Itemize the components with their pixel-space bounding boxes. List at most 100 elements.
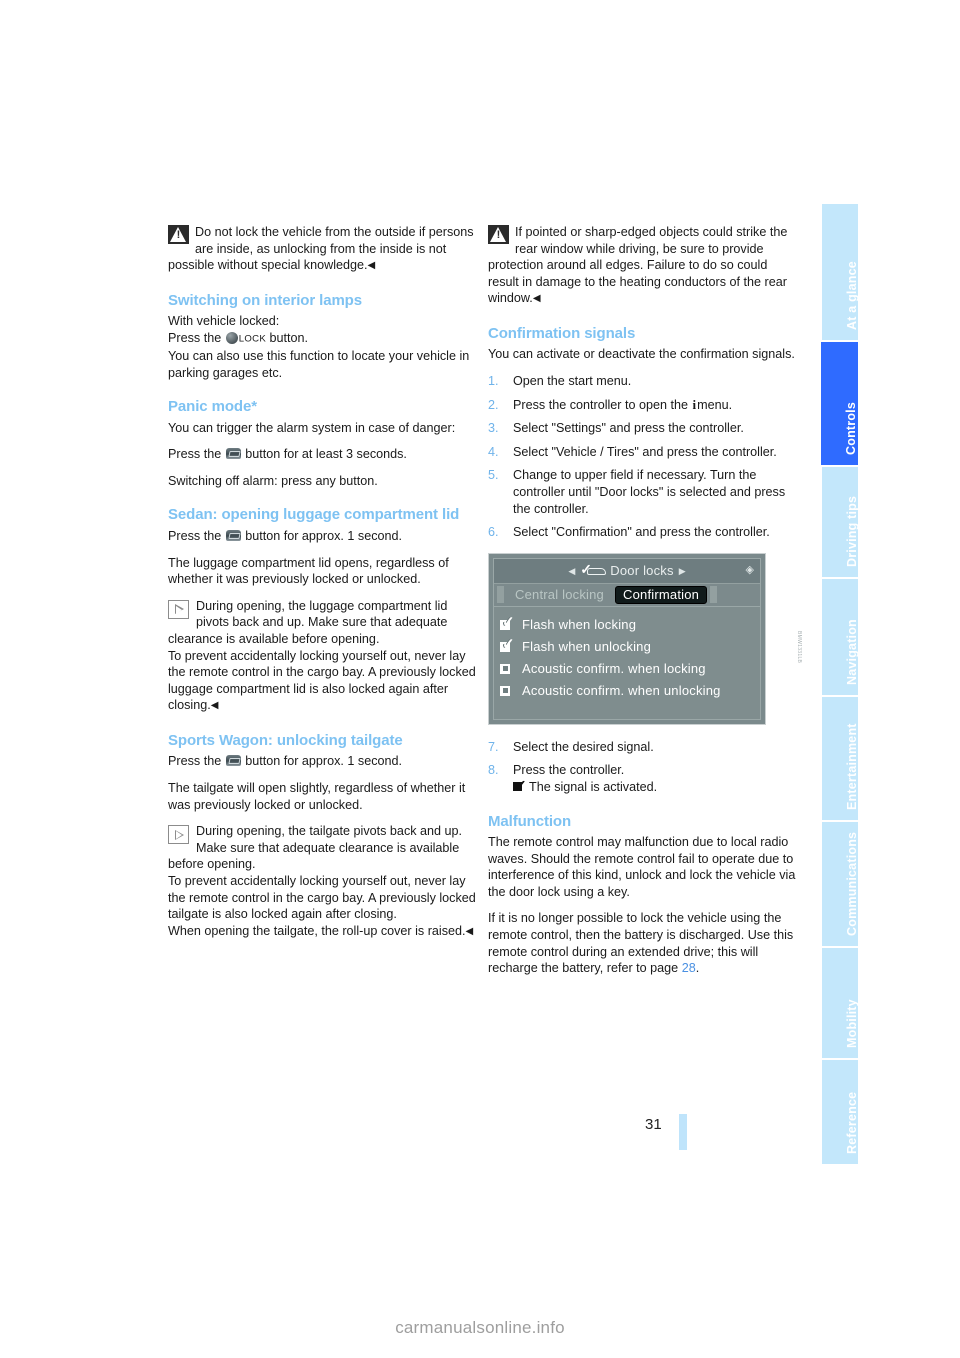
interior-lamps-p2: Press the LOCK button. (168, 330, 309, 345)
section-tab-rail: At a glance Controls Driving tips Naviga… (821, 204, 859, 1164)
warning-note-rear-window: ! If pointed or sharp-edged objects coul… (488, 224, 800, 308)
interior-lamps-p1: With vehicle locked: (168, 314, 280, 329)
tip-text: During opening, the luggage compartment … (168, 598, 448, 646)
remote-trunk-button-icon (225, 755, 241, 767)
vehicle-check-icon: ✓ (580, 562, 607, 577)
panic-p1: You can trigger the alarm system in case… (168, 420, 456, 435)
checkbox-checked-icon[interactable]: ✓ (499, 615, 517, 632)
warning-text: If pointed or sharp-edged objects could … (488, 225, 788, 306)
lock-button-icon (225, 331, 238, 344)
step-number: 8. (488, 763, 499, 778)
chevron-right-icon[interactable]: ▶ (679, 563, 686, 580)
remote-trunk-button-icon (225, 529, 241, 541)
idrive-option-row[interactable]: ✓ Flash when unlocking (499, 636, 760, 658)
sedan-p2: The luggage compartment lid opens, regar… (168, 555, 449, 587)
end-of-note-marker: ◀ (465, 925, 474, 937)
heading-sports-wagon-unlocking-tailgate: Sports Wagon: unlocking tailgate (168, 731, 403, 749)
sidebar-tab-navigation[interactable]: Navigation (822, 579, 859, 695)
idrive-option-label: Acoustic confirm. when unlocking (522, 682, 721, 698)
sidebar-tab-label: Navigation (845, 618, 859, 685)
remote-trunk-button-icon (225, 448, 241, 460)
step-text: Select "Confirmation" and press the cont… (513, 525, 770, 540)
warning-triangle-icon: ! (168, 225, 189, 244)
sidebar-tab-controls[interactable]: Controls (821, 342, 858, 465)
malfunction-p1: The remote control may malfunction due t… (488, 835, 796, 899)
idrive-tab-central-locking[interactable]: Central locking (507, 586, 612, 605)
page-marker-bar (679, 1114, 687, 1150)
step-text: Select "Vehicle / Tires" and press the c… (513, 444, 777, 459)
step-text: Open the start menu. (513, 374, 632, 389)
tip-note-sedan: During opening, the luggage compartment … (168, 598, 480, 648)
idrive-titlebar: ◀ ✓ Door locks ▶ ◈ (494, 558, 760, 584)
warning-triangle-icon: ! (488, 225, 509, 244)
step-text: Select the desired signal. (513, 739, 654, 754)
sidebar-tab-label: Reference (845, 1091, 859, 1154)
note-triangle-icon (168, 825, 189, 845)
checkbox-unchecked-icon[interactable] (499, 684, 517, 698)
interior-lamps-p3: You can also use this function to locate… (168, 348, 470, 380)
list-item: 4. Select "Vehicle / Tires" and press th… (488, 444, 800, 461)
heading-confirmation-signals: Confirmation signals (488, 324, 636, 342)
sidebar-tab-entertainment[interactable]: Entertainment (822, 697, 859, 820)
sidebar-tab-label: Communications (845, 831, 859, 936)
idrive-screenshot-figure: ◀ ✓ Door locks ▶ ◈ Central locking Confi… (488, 552, 802, 725)
idrive-display: ◀ ✓ Door locks ▶ ◈ Central locking Confi… (488, 552, 766, 725)
checkbox-unchecked-icon[interactable] (499, 662, 517, 676)
idrive-option-label: Flash when locking (522, 616, 637, 632)
step-number: 5. (488, 468, 499, 483)
checkbox-checked-icon[interactable]: ✓ (499, 637, 517, 654)
list-item: 7. Select the desired signal. (488, 739, 800, 756)
wagon-p2: The tailgate will open slightly, regardl… (168, 780, 466, 812)
panic-p3: Switching off alarm: press any button. (168, 473, 378, 488)
sidebar-tab-label: Mobility (845, 998, 859, 1048)
warning-note-lock-vehicle: ! Do not lock the vehicle from the outsi… (168, 224, 480, 275)
note-triangle-icon (168, 599, 189, 619)
step-number: 7. (488, 739, 499, 754)
manual-page: At a glance Controls Driving tips Naviga… (0, 0, 960, 1358)
list-item: 1. Open the start menu. (488, 373, 800, 390)
end-of-note-marker: ◀ (367, 260, 376, 272)
figure-code: BMW1331LB (796, 630, 802, 663)
idrive-option-row[interactable]: ✓ Flash when locking (499, 614, 760, 636)
step-number: 3. (488, 421, 499, 436)
step-number: 4. (488, 444, 499, 459)
sidebar-tab-communications[interactable]: Communications (822, 822, 859, 946)
sidebar-tab-label: Controls (844, 401, 858, 455)
lock-button-label: LOCK (238, 333, 267, 345)
end-of-note-marker: ◀ (210, 700, 219, 712)
sedan-p1: Press the button for approx. 1 second. (168, 528, 403, 543)
heading-malfunction: Malfunction (488, 812, 572, 830)
list-item: 6. Select "Confirmation" and press the c… (488, 524, 800, 541)
sidebar-tab-at-a-glance[interactable]: At a glance (822, 204, 859, 340)
tip-note-wagon: During opening, the tailgate pivots back… (168, 823, 480, 873)
page-number: 31 (645, 1116, 662, 1133)
sidebar-tab-mobility[interactable]: Mobility (822, 948, 859, 1058)
panic-p2: Press the button for at least 3 seconds. (168, 447, 407, 462)
idrive-status-icon: ◈ (745, 563, 754, 576)
step-text: Change to upper field if necessary. Turn… (513, 468, 786, 516)
left-text-column: ! Do not lock the vehicle from the outsi… (168, 224, 480, 940)
sidebar-tab-reference[interactable]: Reference (822, 1060, 859, 1164)
confirmation-steps-list: 1. Open the start menu. 2. Press the con… (488, 373, 800, 541)
sidebar-tab-label: Entertainment (845, 722, 859, 810)
tab-edge-right (710, 586, 718, 604)
heading-panic-mode: Panic mode* (168, 398, 257, 416)
malfunction-p2: If it is no longer possible to lock the … (488, 911, 794, 976)
idrive-title: Door locks (610, 562, 674, 578)
warning-text: Do not lock the vehicle from the outside… (168, 225, 474, 273)
heading-sedan-opening-luggage-compartment-lid: Sedan: opening luggage compartment lid (168, 506, 460, 524)
idrive-options-list: ✓ Flash when locking ✓ Flash when unlock… (494, 607, 760, 702)
sidebar-tab-driving-tips[interactable]: Driving tips (822, 467, 859, 577)
confirmation-intro: You can activate or deactivate the confi… (488, 347, 795, 362)
tip-text: During opening, the tailgate pivots back… (168, 824, 463, 872)
right-text-column: ! If pointed or sharp-edged objects coul… (488, 224, 802, 977)
wagon-p3: To prevent accidentally locking yourself… (168, 873, 476, 922)
idrive-tab-confirmation[interactable]: Confirmation (615, 585, 708, 605)
step-number: 6. (488, 525, 499, 540)
chevron-left-icon[interactable]: ◀ (568, 563, 575, 580)
idrive-option-row[interactable]: Acoustic confirm. when locking (499, 658, 760, 680)
confirmation-steps-list-continued: 7. Select the desired signal. 8. Press t… (488, 739, 800, 796)
idrive-option-row[interactable]: Acoustic confirm. when unlocking (499, 680, 760, 702)
heading-switching-on-interior-lamps: Switching on interior lamps (168, 291, 362, 309)
page-reference-link[interactable]: 28 (682, 961, 696, 975)
